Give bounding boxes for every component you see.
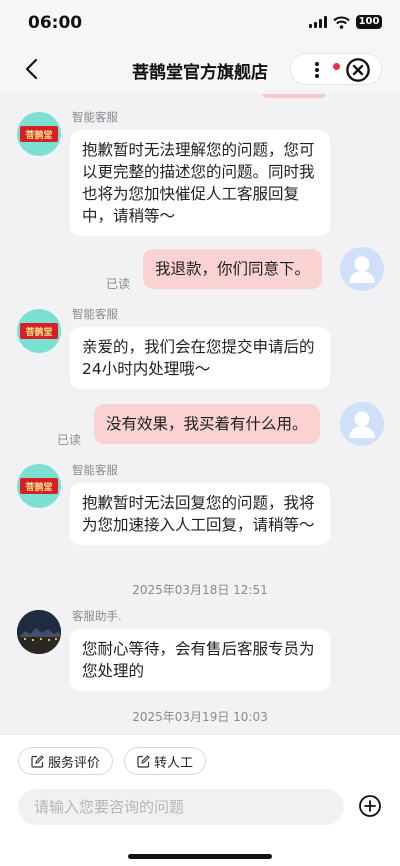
night-city-avatar-image: [17, 610, 61, 654]
wifi-icon: [333, 16, 350, 29]
battery-icon: 100: [356, 15, 382, 29]
message-bubble[interactable]: 亲爱的，我们会在您提交申请后的24小时内处理哦～: [70, 327, 330, 389]
mini-program-capsule: [290, 53, 382, 85]
brand-logo: 菩鹊堂: [20, 126, 58, 142]
message-bubble[interactable]: 我退款，你们同意下。: [143, 249, 323, 289]
message-timestamp: 2025年03月19日 10:03: [132, 710, 268, 724]
status-bar: 06:00 100: [0, 0, 400, 44]
message-bubble[interactable]: 没有效果，我买着有什么用。: [94, 404, 320, 444]
rate-service-label: 服务评价: [48, 755, 101, 771]
bot-avatar[interactable]: 菩鹊堂: [17, 464, 61, 508]
status-time: 06:00: [28, 13, 83, 33]
signal-icon: [309, 16, 327, 28]
agent-avatar[interactable]: [17, 610, 61, 654]
bottom-toolbar: 服务评价 转人工: [0, 734, 400, 866]
sender-name: 智能客服: [72, 110, 118, 124]
status-icons: 100: [309, 15, 382, 29]
chat-area[interactable]: 菩鹊堂 智能客服 抱歉暂时无法理解您的问题，您可以更完整的描述您的问题。同时我也…: [0, 94, 400, 734]
sender-name: 客服助手.: [72, 609, 122, 623]
home-indicator: [128, 854, 272, 859]
rate-service-button[interactable]: 服务评价: [18, 747, 114, 775]
user-silhouette-icon: [349, 411, 375, 438]
message-bubble[interactable]: 您耐心等待，会有售后客服专员为您处理的: [70, 629, 330, 691]
message-timestamp: 2025年03月18日 12:51: [132, 583, 268, 597]
brand-logo: 菩鹊堂: [20, 478, 58, 494]
message-bubble[interactable]: 抱歉暂时无法回复您的问题，我将为您加速接入人工回复，请稍等～: [70, 483, 330, 545]
message-bubble[interactable]: 抱歉暂时无法理解您的问题，您可以更完整的描述您的问题。同时我也将为您加快催促人工…: [70, 130, 330, 236]
read-status: 已读: [106, 277, 131, 291]
transfer-human-button[interactable]: 转人工: [124, 747, 207, 775]
user-avatar[interactable]: [340, 402, 384, 446]
message-input[interactable]: [18, 789, 344, 825]
more-icon[interactable]: [305, 57, 340, 83]
notification-dot: [333, 63, 340, 70]
back-icon[interactable]: [20, 56, 46, 82]
transfer-human-label: 转人工: [154, 755, 194, 771]
close-icon[interactable]: [346, 58, 370, 82]
edit-icon: [137, 754, 150, 768]
bot-avatar[interactable]: 菩鹊堂: [17, 112, 61, 156]
user-silhouette-icon: [349, 256, 375, 283]
sender-name: 智能客服: [72, 307, 118, 321]
bot-avatar[interactable]: 菩鹊堂: [17, 309, 61, 353]
previous-message-fragment: [262, 94, 326, 98]
sender-name: 智能客服: [72, 463, 118, 477]
brand-logo: 菩鹊堂: [20, 323, 58, 339]
user-avatar[interactable]: [340, 247, 384, 291]
edit-icon: [31, 754, 44, 768]
nav-bar: 菩鹊堂官方旗舰店: [0, 44, 400, 94]
read-status: 已读: [57, 433, 82, 447]
add-icon[interactable]: [358, 794, 382, 818]
